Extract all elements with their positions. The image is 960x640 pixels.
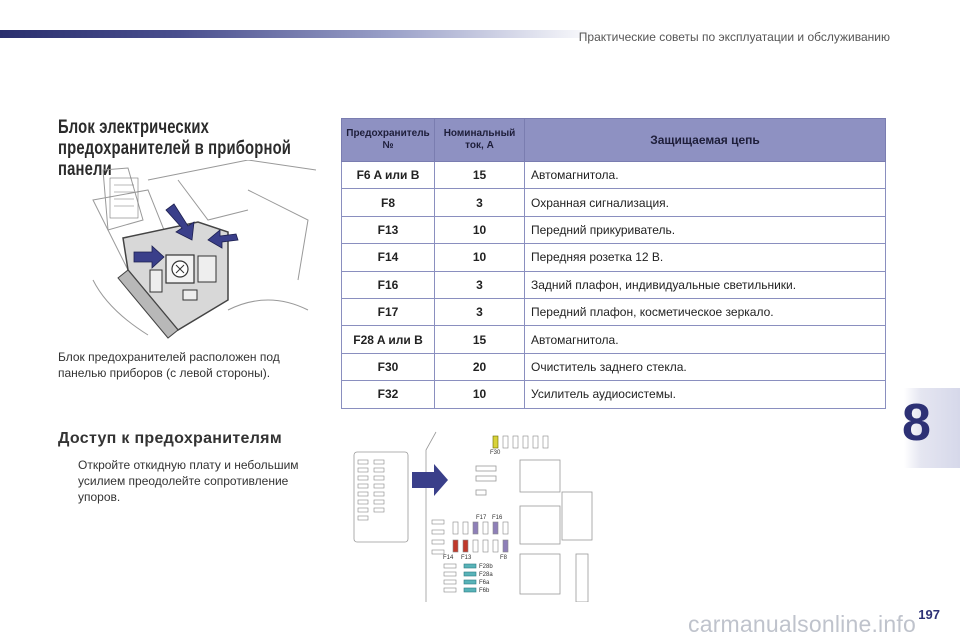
- access-instruction: Откройте откидную плату и небольшим усил…: [58, 457, 328, 505]
- fuse-circuit: Охранная сигнализация.: [524, 188, 886, 217]
- fuse-circuit: Задний плафон, индивидуальные светильник…: [524, 270, 886, 299]
- chapter-header: Практические советы по эксплуатации и об…: [578, 30, 890, 44]
- table-row: F17 3 Передний плафон, косметическое зер…: [341, 297, 886, 327]
- page-number: 197: [918, 607, 940, 622]
- table-row: F16 3 Задний плафон, индивидуальные свет…: [341, 270, 886, 299]
- label-f6b: F6b: [479, 588, 490, 594]
- fuse-circuit: Передняя розетка 12 В.: [524, 243, 886, 272]
- column-header-current: Номинальный ток, А: [434, 118, 525, 162]
- fuse-circuit: Автомагнитола.: [524, 325, 886, 354]
- table-row: F30 20 Очиститель заднего стекла.: [341, 352, 886, 382]
- label-f6a: F6a: [479, 580, 490, 586]
- fuse-current: 3: [434, 297, 525, 327]
- fuse-id: F6 A или B: [341, 160, 435, 190]
- table-row: F28 A или B 15 Автомагнитола.: [341, 325, 886, 354]
- fuse-circuit: Передний прикуриватель.: [524, 215, 886, 245]
- table-row: F8 3 Охранная сигнализация.: [341, 188, 886, 217]
- access-title: Доступ к предохранителям: [58, 430, 282, 447]
- fuse-current: 20: [434, 352, 525, 382]
- fuse-circuit: Очиститель заднего стекла.: [524, 352, 886, 382]
- table-header-row: Предохранитель № Номинальный ток, А Защи…: [341, 118, 886, 162]
- label-f8: F8: [500, 555, 508, 561]
- fuse-current: 3: [434, 270, 525, 299]
- fuse-circuit: Автомагнитола.: [524, 160, 886, 190]
- table-row: F14 10 Передняя розетка 12 В.: [341, 243, 886, 272]
- table-row: F32 10 Усилитель аудиосистемы.: [341, 380, 886, 409]
- label-f17: F17: [476, 515, 487, 521]
- fuse-current: 10: [434, 215, 525, 245]
- column-header-fuse: Предохранитель №: [341, 118, 435, 162]
- fuse-current: 15: [434, 325, 525, 354]
- fuse-circuit: Передний плафон, косметическое зеркало.: [524, 297, 886, 327]
- label-f28b: F28b: [479, 564, 493, 570]
- table-row: F6 A или B 15 Автомагнитола.: [341, 160, 886, 190]
- fuse-id: F30: [341, 352, 435, 382]
- label-f14: F14: [443, 555, 454, 561]
- dashboard-illustration: [92, 160, 316, 339]
- fuse-id: F8: [341, 188, 435, 217]
- label-f13: F13: [461, 555, 472, 561]
- fuse-current: 10: [434, 380, 525, 409]
- fuse-id: F13: [341, 215, 435, 245]
- fuse-id: F28 A или B: [341, 325, 435, 354]
- fuse-current: 3: [434, 188, 525, 217]
- fuse-current: 10: [434, 243, 525, 272]
- column-header-circuit: Защищаемая цепь: [524, 118, 886, 162]
- label-f30: F30: [490, 450, 501, 456]
- fuse-id: F16: [341, 270, 435, 299]
- label-f16: F16: [492, 515, 503, 521]
- fuse-id: F14: [341, 243, 435, 272]
- fuse-table: Предохранитель № Номинальный ток, А Защи…: [341, 118, 886, 409]
- fuse-circuit: Усилитель аудиосистемы.: [524, 380, 886, 409]
- watermark: carmanualsonline.info: [688, 611, 916, 637]
- fuse-current: 15: [434, 160, 525, 190]
- illustration-caption: Блок предохранителей расположен под пане…: [58, 350, 280, 380]
- fuse-id: F32: [341, 380, 435, 409]
- label-f28a: F28a: [479, 572, 493, 578]
- access-instruction-text: Откройте откидную плату и небольшим усил…: [78, 458, 299, 504]
- fuse-layout-diagram: F30 F17 F16 F14 F13 F8 F28b F28a F6a F6b: [353, 431, 593, 602]
- header-bar: [0, 30, 600, 38]
- table-row: F13 10 Передний прикуриватель.: [341, 215, 886, 245]
- chapter-number: 8: [902, 394, 931, 452]
- fuse-id: F17: [341, 297, 435, 327]
